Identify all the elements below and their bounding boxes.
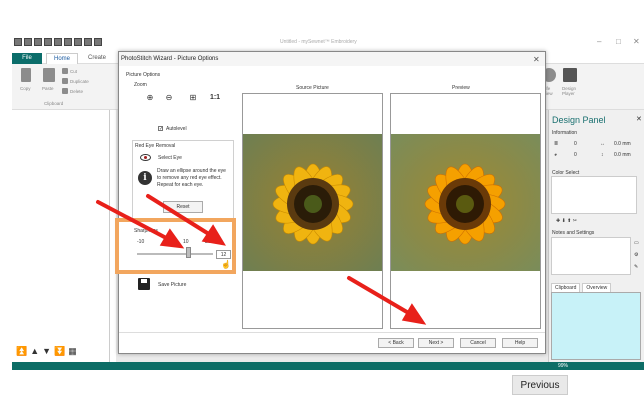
tab-file[interactable]: File: [12, 53, 42, 64]
customize-icon[interactable]: [94, 38, 102, 46]
reset-button[interactable]: Reset: [163, 201, 203, 213]
clipboard-group-label: Clipboard: [44, 101, 64, 106]
copy-label: Copy: [20, 86, 31, 91]
open-icon[interactable]: [24, 38, 32, 46]
delete-icon[interactable]: [62, 88, 68, 94]
print-icon[interactable]: [54, 38, 62, 46]
minimize-icon[interactable]: –: [597, 37, 601, 46]
tab-home[interactable]: Home: [46, 53, 78, 64]
cut-label: Cut: [70, 69, 78, 74]
dialog-separator: [119, 332, 545, 333]
close-icon[interactable]: ✕: [636, 115, 642, 123]
design-panel-title: Design Panel: [552, 115, 606, 125]
sharpness-highlight: [115, 218, 236, 274]
zoom-level[interactable]: 99%: [558, 363, 568, 369]
autolevel-checkbox[interactable]: ✓: [158, 126, 163, 132]
width-value: 0.0 mm: [614, 141, 631, 147]
width-icon: ↔: [600, 141, 605, 147]
maximize-icon[interactable]: □: [616, 37, 621, 46]
save-picture-label[interactable]: Save Picture: [158, 282, 186, 288]
save-picture-icon[interactable]: [138, 278, 150, 290]
close-window-icon[interactable]: ✕: [633, 37, 640, 46]
stitches-icon: ≣: [554, 141, 559, 147]
move-down-icon[interactable]: ▼: [42, 346, 51, 357]
previous-tooltip[interactable]: Previous: [512, 375, 568, 395]
height-icon: ↕: [601, 152, 604, 158]
dialog-title: PhotoStitch Wizard - Picture Options: [121, 56, 219, 62]
redo-icon[interactable]: [84, 38, 92, 46]
design-player-icon[interactable]: [563, 68, 577, 82]
height-value: 0.0 mm: [614, 152, 631, 158]
source-image: [243, 134, 382, 271]
zoom-actual-button[interactable]: 1:1: [208, 90, 222, 104]
source-picture-label: Source Picture: [296, 85, 329, 91]
cancel-button[interactable]: Cancel: [460, 338, 496, 348]
next-button[interactable]: Next >: [418, 338, 454, 348]
left-toolbar: ⏫ ▲ ▼ ⏬ ▦: [16, 346, 77, 357]
cut-icon[interactable]: [62, 68, 68, 74]
save-as-icon[interactable]: [44, 38, 52, 46]
edit-icon[interactable]: ✎: [634, 264, 638, 270]
new-icon[interactable]: [14, 38, 22, 46]
paste-label: Paste: [42, 86, 54, 91]
eye-icon[interactable]: [140, 154, 151, 161]
dialog-close-icon[interactable]: ✕: [533, 55, 540, 64]
back-button[interactable]: < Back: [378, 338, 414, 348]
information-label: Information: [552, 130, 578, 136]
stitches-value: 0: [574, 141, 577, 147]
move-bottom-icon[interactable]: ⏬: [54, 346, 65, 357]
colors-value: 0: [574, 152, 577, 158]
move-top-icon[interactable]: ⏫: [16, 346, 27, 357]
group-icon[interactable]: ▦: [68, 346, 77, 357]
save-icon[interactable]: [34, 38, 42, 46]
picture-options-label: Picture Options: [126, 72, 161, 78]
duplicate-icon[interactable]: [62, 78, 68, 84]
design-player-label: Design Player: [562, 86, 577, 96]
paste-icon[interactable]: [43, 68, 55, 82]
status-bar: [12, 362, 644, 370]
zoom-in-button[interactable]: ⊕: [143, 90, 157, 104]
autolevel-label: Autolevel: [166, 126, 187, 132]
quick-access-toolbar[interactable]: [14, 36, 102, 48]
zoom-label: Zoom: [134, 82, 147, 88]
select-eye-label: Select Eye: [158, 155, 182, 161]
delete-label: Delete: [70, 89, 84, 94]
info-text: Draw an ellipse around the eye to remove…: [157, 168, 226, 188]
overview-area: [551, 292, 641, 360]
colors-icon: ◕: [554, 152, 558, 158]
notes-label: Notes and Settings: [552, 230, 595, 236]
tab-create[interactable]: Create: [82, 53, 112, 64]
help-button[interactable]: Help: [502, 338, 538, 348]
window-title: Untitled - mySewnet™ Embroidery: [280, 39, 357, 45]
undo-icon[interactable]: [74, 38, 82, 46]
left-panel: [12, 110, 110, 362]
notes-box[interactable]: [551, 237, 631, 275]
preview-label: Preview: [452, 85, 470, 91]
preview-image: [391, 134, 540, 271]
move-up-icon[interactable]: ▲: [30, 346, 39, 357]
copy-icon[interactable]: [21, 68, 31, 82]
info-icon: i: [138, 171, 152, 185]
comment-icon[interactable]: ▭: [634, 240, 639, 246]
color-tool-icons[interactable]: ✚ ⬇ ⬆ ✂: [556, 218, 577, 224]
duplicate-label: Duplicate: [70, 79, 89, 84]
export-icon[interactable]: [64, 38, 72, 46]
color-select-list[interactable]: [551, 176, 637, 214]
red-eye-label: Red Eye Removal: [135, 143, 176, 149]
zoom-out-button[interactable]: ⊖: [162, 90, 176, 104]
zoom-fit-button[interactable]: ⊞: [186, 90, 200, 104]
screen: Untitled - mySewnet™ Embroidery – □ ✕ Fi…: [0, 0, 644, 398]
settings-icon[interactable]: ⚙: [634, 252, 638, 258]
